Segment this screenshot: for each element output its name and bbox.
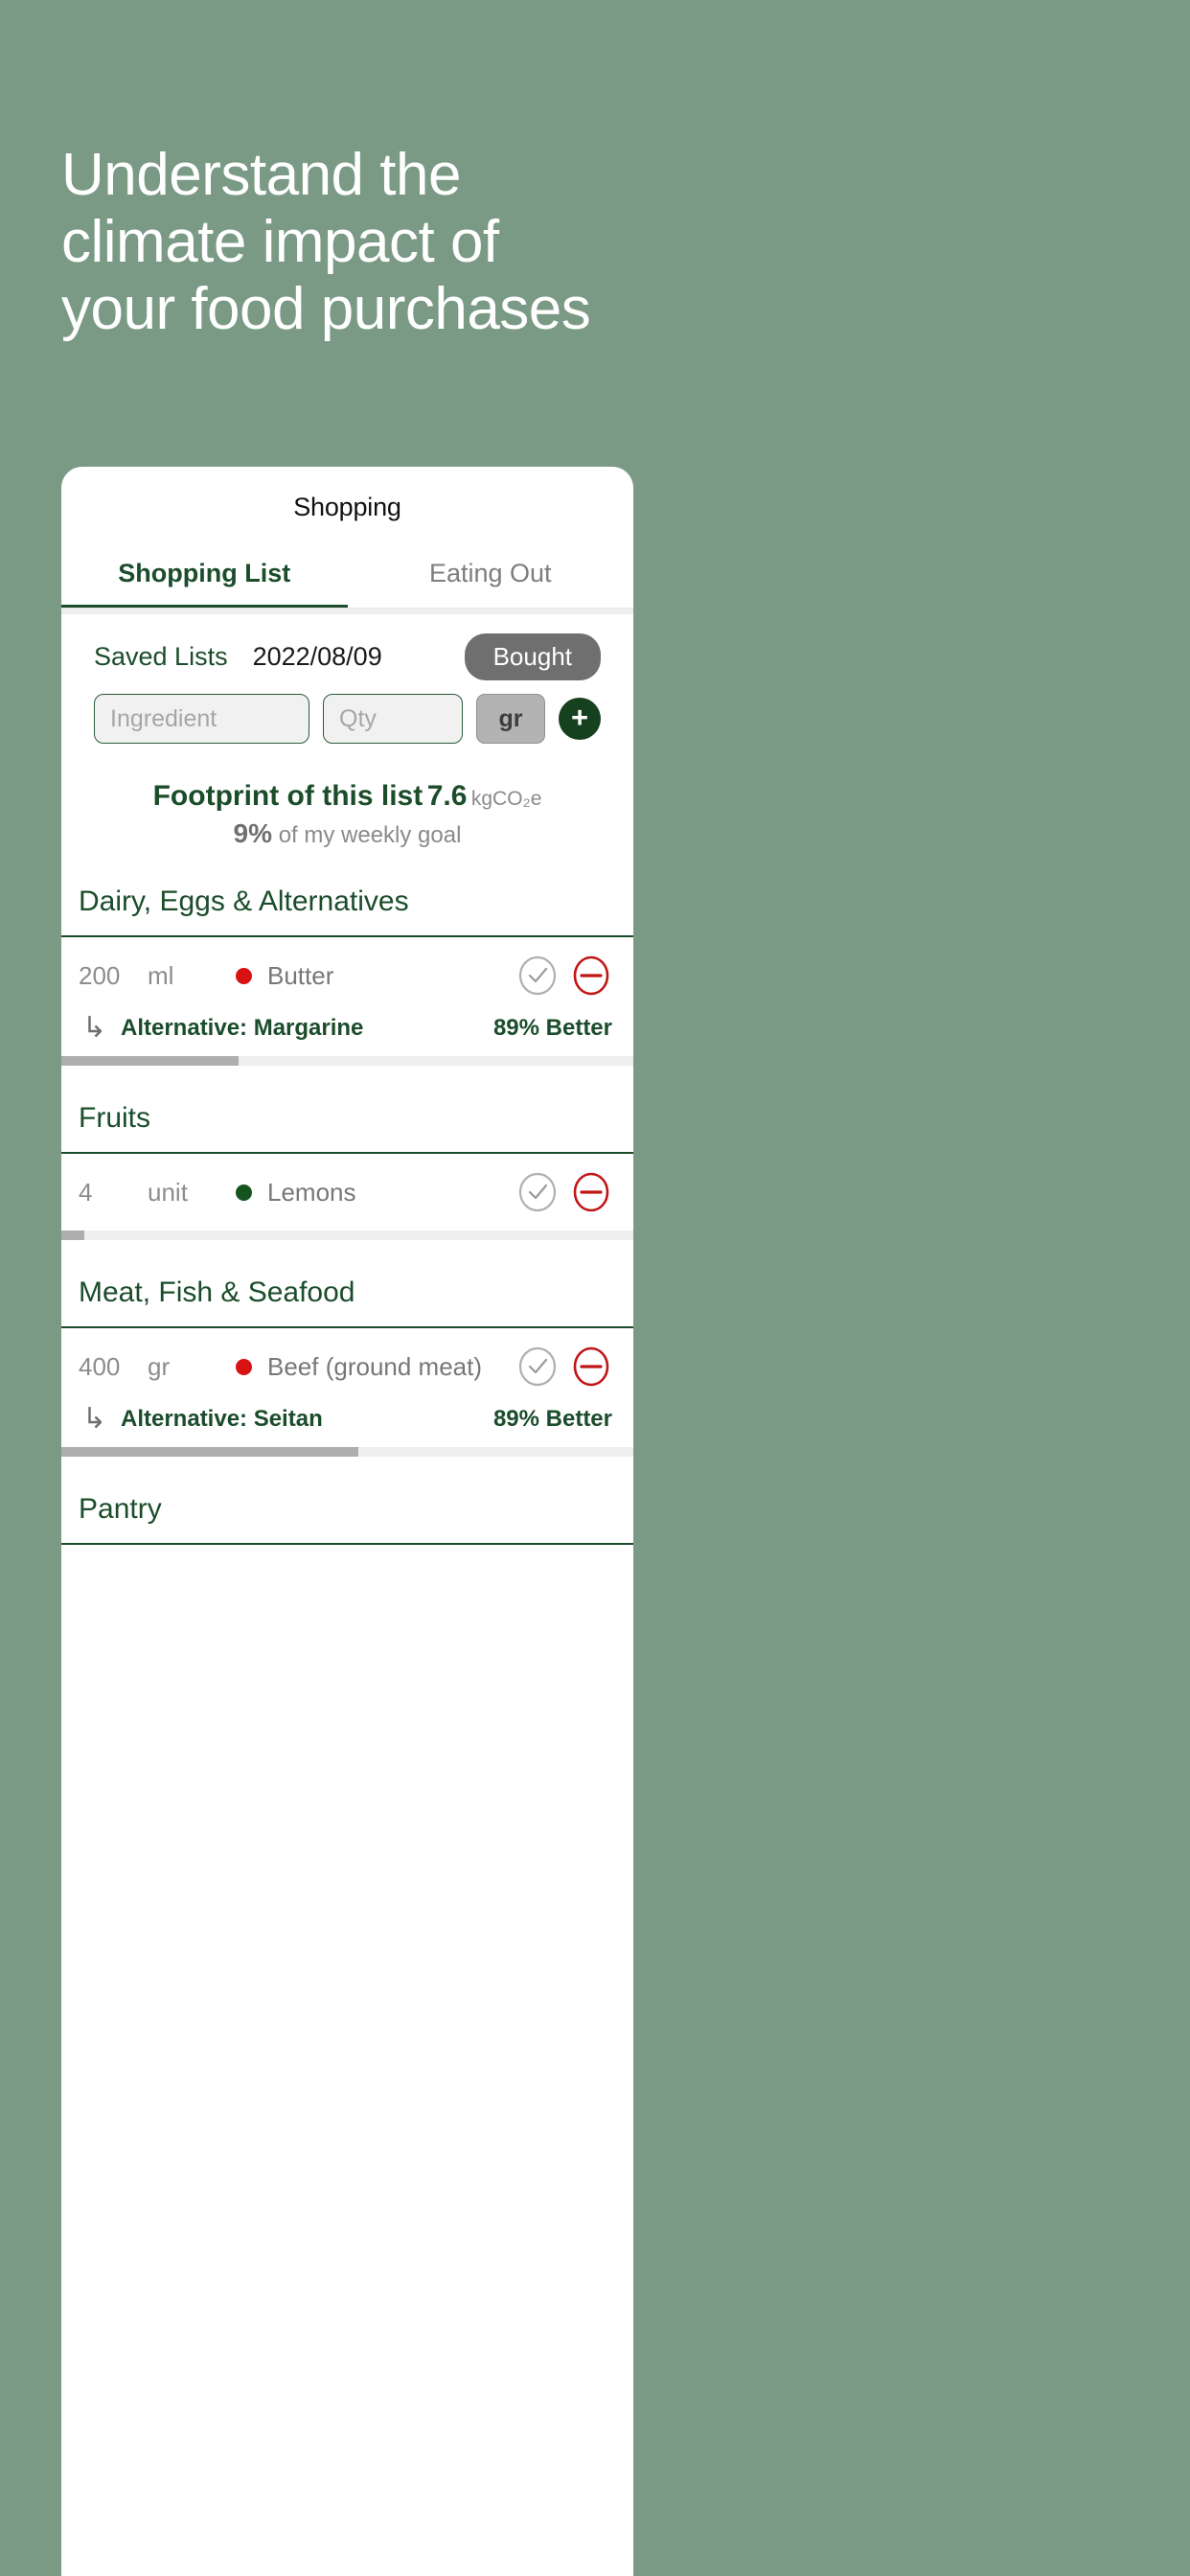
footprint-main-line: Footprint of this list 7.6 kgCO₂e <box>61 780 633 813</box>
minus-circle-icon[interactable] <box>570 1346 612 1388</box>
list-toolbar: Saved Lists 2022/08/09 Bought <box>61 614 633 680</box>
app-screenshot-card: Shopping Shopping List Eating Out Saved … <box>61 467 633 2576</box>
plus-icon[interactable]: + <box>559 698 601 740</box>
impact-dot-icon <box>236 1184 252 1201</box>
list-item[interactable]: 200 ml Butter <box>61 937 633 1014</box>
alternative-label: Alternative: Seitan <box>121 1406 323 1432</box>
item-name: Butter <box>267 960 334 990</box>
impact-bar-fill <box>61 1230 84 1240</box>
hero-line-3: your food purchases <box>61 276 591 343</box>
impact-bar-track <box>61 1230 633 1240</box>
hero-headline: Understand the climate impact of your fo… <box>61 142 751 343</box>
category-header: Pantry <box>61 1457 633 1545</box>
item-qty: 400 <box>79 1351 121 1381</box>
footprint-unit: kgCO₂e <box>470 788 542 810</box>
list-item[interactable]: 4 unit Lemons <box>61 1154 633 1230</box>
tab-eating-out[interactable]: Eating Out <box>348 547 634 608</box>
check-circle-icon[interactable] <box>516 1346 559 1388</box>
check-circle-icon[interactable] <box>516 954 559 997</box>
footprint-goal-text: of my weekly goal <box>278 822 462 848</box>
impact-dot-icon <box>236 1358 252 1375</box>
impact-bar-track <box>61 1447 633 1457</box>
alternative-better-badge: 89% Better <box>492 1015 612 1041</box>
footprint-label: Footprint of this list <box>152 780 423 812</box>
footprint-percent: 9% <box>233 818 273 848</box>
alternative-better-badge: 89% Better <box>492 1406 612 1432</box>
item-unit: ml <box>148 960 174 990</box>
add-item-form: Ingredient Qty gr + <box>61 680 633 744</box>
arrow-branch-icon: ↳ <box>82 1012 107 1044</box>
footprint-goal-line: 9% of my weekly goal <box>61 813 633 849</box>
footprint-value: 7.6 <box>426 780 468 812</box>
item-unit: gr <box>148 1351 171 1381</box>
check-circle-icon[interactable] <box>516 1171 559 1213</box>
impact-bar-track <box>61 1056 633 1066</box>
saved-lists-button[interactable]: Saved Lists <box>94 642 228 672</box>
category-header: Fruits <box>61 1066 633 1154</box>
ingredient-input[interactable]: Ingredient <box>94 694 309 744</box>
category-header: Dairy, Eggs & Alternatives <box>61 849 633 937</box>
item-name: Lemons <box>267 1177 356 1207</box>
arrow-branch-icon: ↳ <box>82 1403 107 1435</box>
impact-dot-icon <box>236 967 252 984</box>
impact-bar-fill <box>61 1056 240 1066</box>
item-unit: unit <box>148 1177 188 1207</box>
tab-bar: Shopping List Eating Out <box>61 547 633 609</box>
alternative-label: Alternative: Margarine <box>121 1015 364 1041</box>
alternative-row[interactable]: ↳ Alternative: Margarine 89% Better <box>61 1014 633 1056</box>
item-qty: 200 <box>79 960 121 990</box>
unit-selector-button[interactable]: gr <box>476 694 545 744</box>
bought-toggle[interactable]: Bought <box>464 633 601 680</box>
qty-input[interactable]: Qty <box>323 694 463 744</box>
list-date[interactable]: 2022/08/09 <box>253 642 382 672</box>
alternative-row[interactable]: ↳ Alternative: Seitan 89% Better <box>61 1405 633 1447</box>
footprint-summary: Footprint of this list 7.6 kgCO₂e 9% of … <box>61 744 633 849</box>
minus-circle-icon[interactable] <box>570 1171 612 1213</box>
list-item[interactable]: 400 gr Beef (ground meat) <box>61 1328 633 1405</box>
tab-shopping-list[interactable]: Shopping List <box>61 547 348 608</box>
category-header: Meat, Fish & Seafood <box>61 1240 633 1328</box>
hero-line-1: Understand the <box>61 142 461 208</box>
impact-bar-fill <box>61 1447 359 1457</box>
shopping-sections: Dairy, Eggs & Alternatives 200 ml Butter ↳ Al… <box>61 849 633 1545</box>
page-title: Shopping <box>293 493 401 521</box>
minus-circle-icon[interactable] <box>570 954 612 997</box>
item-name: Beef (ground meat) <box>267 1351 483 1381</box>
hero-line-2: climate impact of <box>61 209 499 276</box>
item-qty: 4 <box>79 1177 93 1207</box>
